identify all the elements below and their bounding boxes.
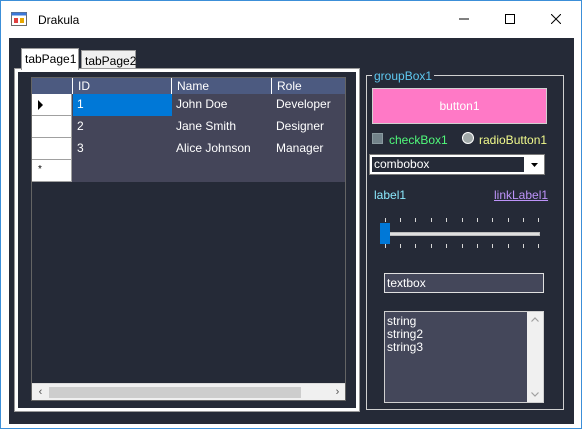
grid-cell-id[interactable]: 2: [73, 116, 172, 138]
trackbar-tick: [446, 244, 447, 248]
winforms-app-icon: [11, 12, 27, 26]
trackbar-thumb[interactable]: [380, 223, 390, 244]
grid-cell-name[interactable]: John Doe: [172, 94, 272, 116]
trackbar-tick: [462, 244, 463, 248]
radio-button[interactable]: [462, 132, 474, 144]
trackbar-tick: [508, 218, 509, 222]
grid-cell-id[interactable]: 3: [73, 138, 172, 160]
trackbar-tick: [400, 244, 401, 248]
current-row-arrow-icon: [38, 100, 43, 110]
trackbar-tick: [385, 218, 386, 222]
trackbar-tick: [431, 218, 432, 222]
trackbar-tick: [431, 244, 432, 248]
row-header[interactable]: [32, 138, 72, 160]
column-header-id[interactable]: ID: [73, 78, 172, 94]
chevron-down-icon[interactable]: [527, 387, 543, 402]
row-header[interactable]: [32, 94, 72, 116]
trackbar-tick: [538, 218, 539, 222]
trackbar-tick: [477, 218, 478, 222]
window-title: Drakula: [38, 13, 80, 27]
radio-button-label[interactable]: radioButton1: [479, 133, 547, 147]
checkbox[interactable]: [372, 133, 383, 144]
close-icon: [551, 14, 561, 24]
grid-cell-role[interactable]: Developer: [272, 94, 345, 116]
label1: label1: [374, 188, 407, 202]
chevron-up-icon[interactable]: [527, 312, 543, 327]
data-grid[interactable]: ID Name Role * 1 John Doe Developer 2 Ja…: [31, 77, 346, 401]
trackbar-track[interactable]: [384, 232, 540, 236]
trackbar-tick: [462, 218, 463, 222]
trackbar-tick: [492, 218, 493, 222]
column-header-name[interactable]: Name: [172, 78, 272, 94]
trackbar-tick: [415, 244, 416, 248]
trackbar-tick: [523, 244, 524, 248]
listbox-items: string string2 string3: [385, 315, 423, 354]
trackbar-tick: [446, 218, 447, 222]
grid-cell-name[interactable]: Alice Johnson: [172, 138, 272, 160]
scroll-left-button[interactable]: ‹: [33, 386, 48, 399]
grid-cell-name[interactable]: Jane Smith: [172, 116, 272, 138]
grid-cell-role[interactable]: Manager: [272, 138, 345, 160]
new-row-marker: *: [38, 164, 42, 175]
trackbar-tick: [523, 218, 524, 222]
scroll-right-button[interactable]: ›: [330, 386, 345, 399]
trackbar-tick: [385, 244, 386, 248]
scroll-thumb[interactable]: [49, 387, 301, 398]
minimize-button[interactable]: [441, 1, 487, 37]
tab-page2[interactable]: tabPage2: [81, 50, 136, 70]
minimize-icon: [459, 18, 469, 20]
button1[interactable]: button1: [372, 88, 547, 124]
trackbar-tick: [415, 218, 416, 222]
maximize-button[interactable]: [487, 1, 533, 37]
list-item[interactable]: string3: [385, 341, 423, 354]
close-button[interactable]: [533, 1, 579, 37]
combobox-value: combobox: [372, 157, 524, 172]
link-label1[interactable]: linkLabel1: [494, 188, 548, 202]
trackbar-tick: [538, 244, 539, 248]
trackbar-tick: [492, 244, 493, 248]
trackbar-tick: [477, 244, 478, 248]
trackbar-tick: [508, 244, 509, 248]
new-row-header[interactable]: *: [32, 160, 72, 182]
trackbar-tick: [400, 218, 401, 222]
grid-cell-id[interactable]: 1: [73, 94, 172, 116]
chevron-down-icon[interactable]: [527, 157, 542, 172]
group-box-title: groupBox1: [372, 69, 435, 83]
grid-corner-header: [32, 78, 73, 94]
tab-page1[interactable]: tabPage1: [21, 48, 79, 70]
grid-cell-role[interactable]: Designer: [272, 116, 345, 138]
horizontal-scrollbar[interactable]: ‹ ›: [32, 383, 345, 400]
listbox[interactable]: string string2 string3: [384, 311, 544, 403]
column-header-role[interactable]: Role: [272, 78, 345, 94]
title-bar[interactable]: Drakula: [1, 1, 581, 37]
checkbox-label[interactable]: checkBox1: [389, 133, 448, 147]
textbox[interactable]: textbox: [384, 273, 544, 293]
maximize-icon: [505, 14, 515, 24]
vertical-scrollbar[interactable]: [527, 312, 543, 402]
row-header[interactable]: [32, 116, 72, 138]
combobox[interactable]: combobox: [369, 154, 545, 175]
